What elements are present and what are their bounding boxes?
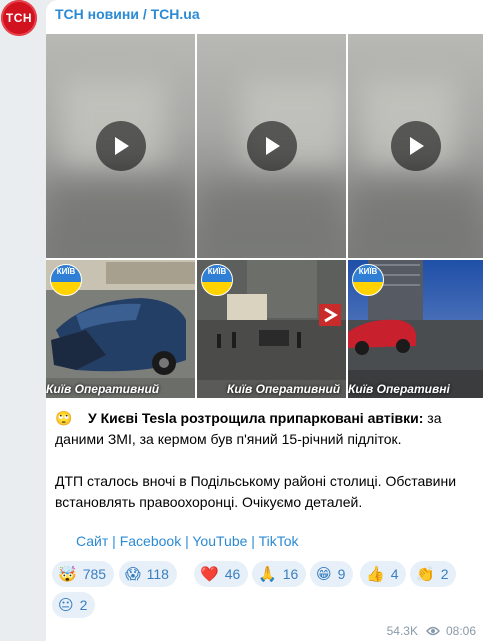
video-thumbnail[interactable] [46, 34, 195, 258]
clap-icon: 👏 [416, 565, 435, 583]
kyiv-badge-icon: КИЇВ [352, 264, 384, 296]
thumbs-up-icon: 👍 [366, 565, 385, 583]
neutral-face-icon: 😐 [58, 596, 74, 614]
reaction-clap[interactable]: 👏 2 [410, 561, 457, 587]
video-thumbnail[interactable] [348, 34, 483, 258]
paragraph: ДТП сталось вночі в Подільському районі … [55, 473, 457, 510]
reaction-neutral-face[interactable]: 😐 2 [52, 592, 96, 618]
video-thumbnail[interactable] [197, 34, 346, 258]
photo-thumbnail[interactable]: КИЇВ Київ Оперативні [348, 260, 483, 398]
emoji-rolling-eyes: 🙄 [55, 410, 73, 426]
play-icon[interactable] [246, 121, 297, 171]
photo-thumbnail[interactable]: КИЇВ Київ Оперативний [197, 260, 346, 398]
channel-name[interactable]: ТСН новини / TCH.ua [55, 6, 200, 22]
play-icon[interactable] [390, 121, 441, 171]
reaction-heart[interactable]: ❤️ 46 [194, 561, 249, 587]
reaction-scream[interactable]: 😱 118 [119, 561, 177, 587]
channel-avatar[interactable]: TCH [1, 0, 37, 36]
message-text: 🙄 У Києві Tesla розтрощила припарковані … [55, 408, 475, 513]
exploding-head-icon: 🤯 [58, 565, 77, 583]
timestamp: 08:06 [445, 624, 476, 638]
kyiv-badge-icon: КИЇВ [201, 264, 233, 296]
view-count: 54.3K [386, 624, 418, 638]
reaction-thumbs-up[interactable]: 👍 4 [360, 561, 407, 587]
link-youtube[interactable]: YouTube [192, 533, 247, 549]
link-facebook[interactable]: Facebook [120, 533, 181, 549]
watermark-label: Київ Оперативний [46, 382, 160, 396]
headline: У Києві Tesla розтрощила припарковані ав… [88, 410, 424, 426]
kyiv-badge-icon: КИЇВ [50, 264, 82, 296]
link-row: Сайт | Facebook | YouTube | TikTok [76, 533, 299, 549]
media-grid: КИЇВ Київ Оперативний КИЇВ Київ Оператив… [46, 34, 483, 398]
photo-thumbnail[interactable]: КИЇВ Київ Оперативний [46, 260, 195, 398]
scream-icon: 😱 [125, 565, 141, 583]
grin-icon: 😁 [316, 565, 332, 583]
link-tiktok[interactable]: TikTok [259, 533, 299, 549]
reaction-grin[interactable]: 😁 9 [310, 561, 354, 587]
reaction-pray[interactable]: 🙏 16 [252, 561, 307, 587]
heart-icon: ❤️ [200, 565, 219, 583]
reaction-exploding-head[interactable]: 🤯 785 [52, 561, 115, 587]
message-bubble: ТСН новини / TCH.ua КИЇВ Київ Оперативни… [46, 0, 488, 641]
message-meta: 54.3K 08:06 [387, 624, 476, 638]
link-site[interactable]: Сайт [76, 533, 108, 549]
watermark-label: Київ Оперативні [348, 382, 450, 396]
play-icon[interactable] [95, 121, 146, 171]
watermark-label: Київ Оперативний [227, 382, 341, 396]
pray-icon: 🙏 [258, 565, 277, 583]
eye-icon [426, 626, 440, 636]
